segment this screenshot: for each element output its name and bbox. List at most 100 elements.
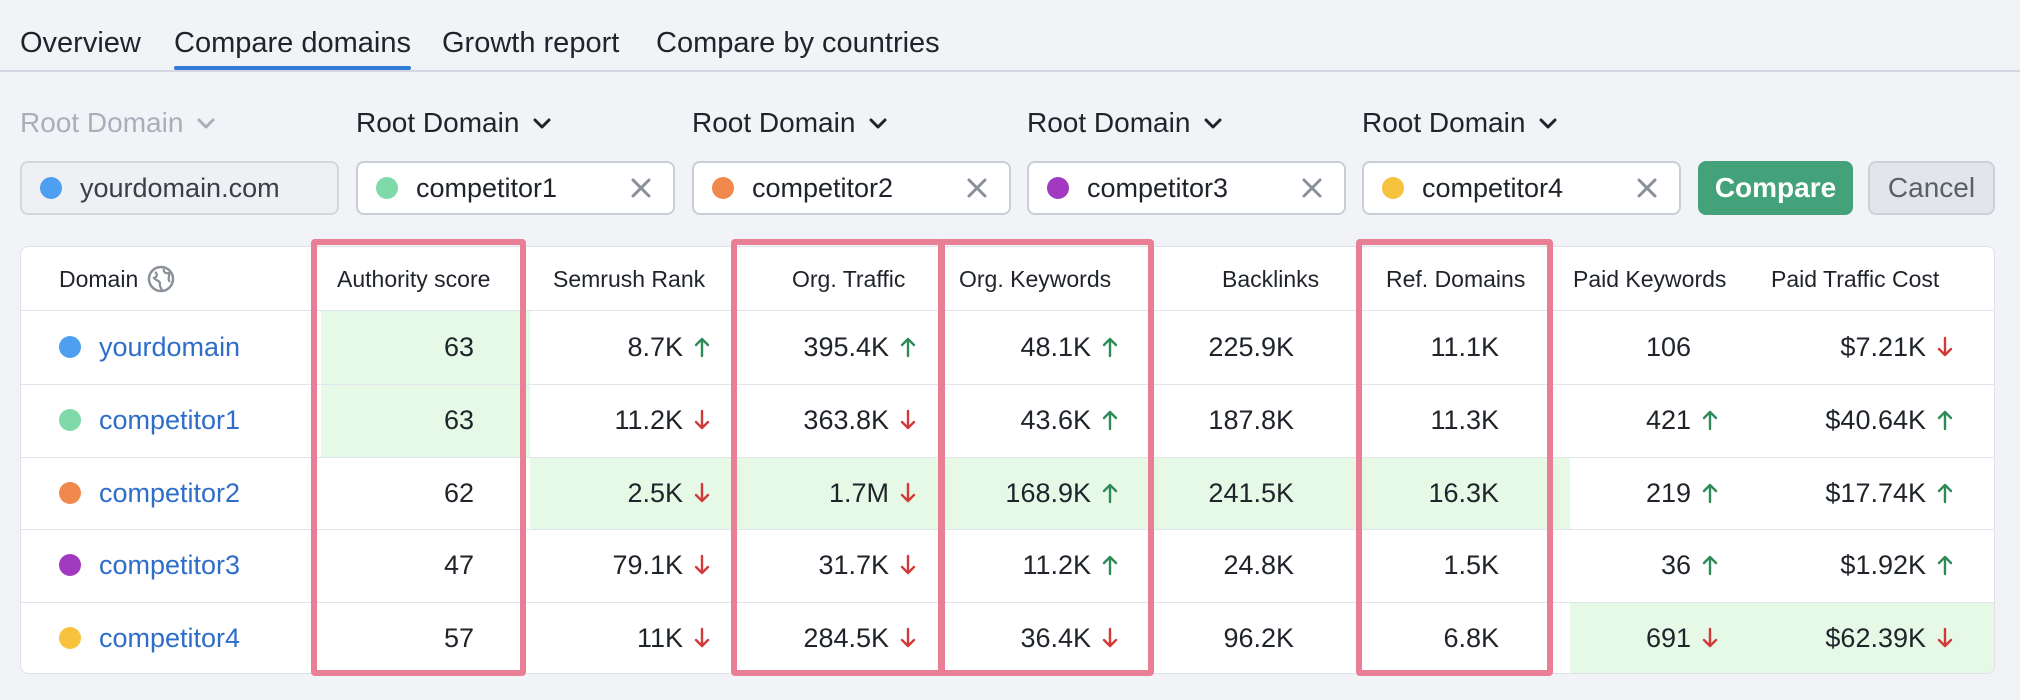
domain-link[interactable]: competitor2 [99,477,240,509]
close-icon[interactable] [1300,176,1324,200]
cell-value: 363.8K [803,404,889,435]
header-semrush-rank[interactable]: Semrush Rank [553,265,705,293]
cell-value: 63 [443,404,474,435]
domain-link[interactable]: competitor4 [99,622,240,654]
table-cell-traffic: 1.7M [829,477,917,509]
domain-input-value: yourdomain.com [80,172,280,203]
cell-value: $1.92K [1840,550,1926,581]
root-domain-select-4[interactable]: Root Domain [1027,106,1224,140]
table-cell-paid-kw: 219 [1646,477,1719,509]
cell-value: 43.6K [1020,404,1091,435]
table-cell-paid-cost: $7.21K [1840,331,1954,363]
cell-value: 219 [1645,477,1691,508]
cell-value: 225.9K [1208,332,1294,362]
table-cell-paid-kw: 106 [1646,331,1719,363]
chevron-down-icon [195,112,217,134]
domain-input-competitor1[interactable]: competitor1 [356,161,675,215]
table-cell-keywords: 48.1K [1020,331,1119,363]
arrow-up-icon [1101,409,1119,431]
arrow-up-icon [899,336,917,358]
table-cell-keywords: 43.6K [1020,404,1119,436]
header-org-traffic[interactable]: Org. Traffic [792,265,905,293]
table-cell-backlinks: 241.5K [1208,477,1294,509]
chevron-down-icon [1537,112,1559,134]
comparison-table: Domain Authority score Semrush Rank Org.… [20,246,1995,674]
root-domain-select-1: Root Domain [20,106,217,140]
cell-value: 11.2K [1022,550,1091,581]
arrow-up-icon [1701,554,1719,576]
cell-value: 11.2K [614,404,683,435]
table-cell-rank: 8.7K [627,331,711,363]
table-cell-paid-cost: $40.64K [1825,404,1954,436]
domain-input-competitor3[interactable]: competitor3 [1027,161,1346,215]
root-domain-label: Root Domain [20,107,184,138]
arrow-up-icon [1101,482,1119,504]
root-domain-select-2[interactable]: Root Domain [356,106,553,140]
chevron-down-icon [531,112,553,134]
table-cell-keywords: 11.2K [1022,549,1119,581]
compare-button[interactable]: Compare [1698,161,1853,215]
root-domain-select-3[interactable]: Root Domain [692,106,889,140]
cell-value: 2.5K [627,477,683,508]
header-paid-keywords[interactable]: Paid Keywords [1573,265,1726,293]
chevron-down-icon [867,112,889,134]
cell-value: 1.5K [1443,550,1499,581]
table-cell-keywords: 36.4K [1020,622,1119,654]
cancel-button[interactable]: Cancel [1868,161,1995,215]
header-org-keywords[interactable]: Org. Keywords [959,265,1111,293]
arrow-up-icon [1936,554,1954,576]
arrow-down-icon [1101,627,1119,649]
header-authority-score[interactable]: Authority score [337,265,490,293]
table-cell-traffic: 395.4K [803,331,917,363]
cell-value: 1.7M [828,477,889,508]
tab-compare-domains[interactable]: Compare domains [174,26,411,70]
globe-icon[interactable] [146,264,176,294]
row-divider [21,383,1994,385]
close-icon[interactable] [965,176,989,200]
header-domain-label: Domain [59,266,139,292]
table-cell-paid-cost: $62.39K [1825,622,1954,654]
domain-input-value: competitor2 [752,172,894,203]
domain-link[interactable]: yourdomain [99,331,240,363]
cell-value: 691 [1645,623,1691,654]
header-ref-domains[interactable]: Ref. Domains [1386,265,1525,293]
arrow-up-icon [1701,409,1719,431]
root-domain-label: Root Domain [1027,107,1191,138]
domain-color-dot [1382,177,1404,199]
header-domain[interactable]: Domain [59,265,176,296]
highlighted-cell [321,383,530,457]
cell-value: 106 [1645,332,1691,362]
row-divider [21,602,1994,604]
header-paid-traffic-cost[interactable]: Paid Traffic Cost [1771,265,1939,293]
cell-value: 11.3K [1430,404,1499,435]
cell-value: 241.5K [1208,477,1294,508]
domain-input-competitor2[interactable]: competitor2 [692,161,1011,215]
tab-bar: Overview Compare domains Growth report C… [0,0,2020,72]
table-cell-authority: 63 [444,331,474,363]
cell-value: 36.4K [1020,623,1091,654]
table-cell-ref: 11.1K [1430,331,1499,363]
cell-value: 62 [443,477,474,508]
domain-input-competitor4[interactable]: competitor4 [1362,161,1681,215]
table-cell-paid-kw: 421 [1646,404,1719,436]
domain-color-dot [59,336,81,358]
arrow-up-icon [1701,482,1719,504]
domain-link[interactable]: competitor3 [99,549,240,581]
table-cell-backlinks: 24.8K [1223,549,1294,581]
cell-value: 284.5K [803,623,889,654]
header-backlinks[interactable]: Backlinks [1222,265,1319,293]
domain-color-dot [59,481,81,504]
tab-growth-report[interactable]: Growth report [442,26,619,60]
row-divider [21,529,1994,531]
cell-value: 24.8K [1223,550,1294,581]
close-icon[interactable] [1635,176,1659,200]
close-icon[interactable] [629,176,653,200]
domain-link[interactable]: competitor1 [99,404,240,436]
cell-value: 31.7K [818,550,889,581]
tab-overview[interactable]: Overview [20,26,141,60]
table-cell-traffic: 284.5K [803,622,917,654]
cell-value: 168.9K [1005,477,1091,508]
tab-compare-by-countries[interactable]: Compare by countries [656,26,940,60]
domain-color-dot [1047,177,1069,199]
root-domain-select-5[interactable]: Root Domain [1362,106,1559,140]
